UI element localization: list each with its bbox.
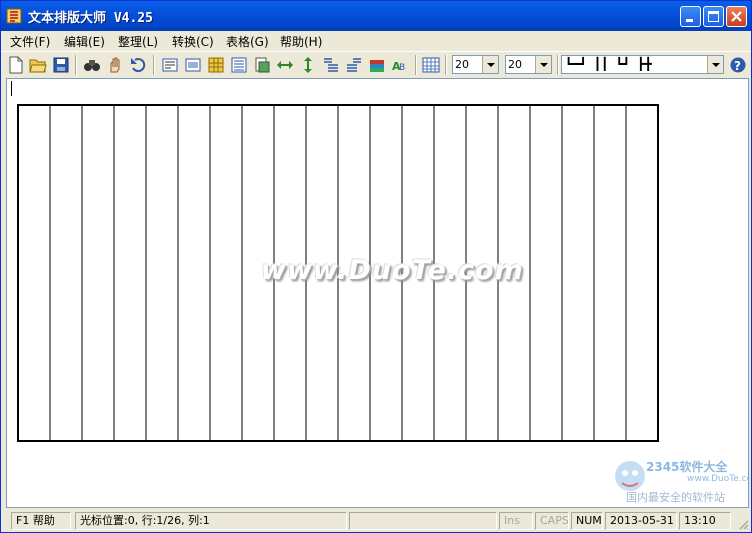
title-bar[interactable]: 文本排版大师 V4.25 [1, 1, 751, 31]
save-icon[interactable] [52, 56, 70, 74]
status-caps: CAPS [535, 512, 569, 530]
close-icon [731, 11, 742, 22]
chevron-down-icon[interactable] [482, 56, 498, 73]
status-num: NUM [571, 512, 603, 530]
outdent-icon[interactable] [345, 56, 363, 74]
align-lines-icon[interactable] [230, 56, 248, 74]
toolbar-separator [445, 55, 447, 75]
svg-text:?: ? [734, 59, 741, 73]
indent-icon[interactable] [322, 56, 340, 74]
font-size-combo-1[interactable]: 20 [452, 55, 499, 74]
new-file-icon[interactable] [7, 56, 25, 74]
minimize-button[interactable] [680, 6, 701, 27]
status-bar: F1 帮助 光标位置:0, 行:1/26, 列:1 Ins CAPS NUM 2… [1, 510, 751, 532]
text-caret [11, 81, 12, 96]
find-icon[interactable] [83, 56, 101, 74]
horizontal-arrows-icon[interactable] [276, 56, 294, 74]
status-ins: Ins [499, 512, 533, 530]
menu-convert[interactable]: 转换(C) [172, 33, 214, 50]
close-button[interactable] [726, 6, 747, 27]
toolbar-separator [415, 55, 417, 75]
border-style-combo[interactable]: ┗━┛ ┃┃ ┗┛ ┣╋ [561, 55, 724, 74]
menu-table[interactable]: 表格(G) [226, 33, 269, 50]
menu-help[interactable]: 帮助(H) [280, 33, 322, 50]
text-box-icon[interactable] [184, 56, 202, 74]
menu-bar: 文件(F) 编辑(E) 整理(L) 转换(C) 表格(G) 帮助(H) [1, 31, 751, 50]
toolbar-separator [557, 55, 559, 75]
svg-text:B: B [399, 63, 405, 73]
corner-logo-url: www.DuoTe.com [687, 474, 748, 484]
maximize-icon [708, 11, 719, 22]
page-icon[interactable] [253, 56, 271, 74]
hand-icon[interactable] [106, 56, 124, 74]
minimize-icon [686, 19, 693, 22]
window-title: 文本排版大师 V4.25 [28, 11, 153, 26]
ab-icon[interactable]: AB [391, 56, 409, 74]
table-icon[interactable] [422, 56, 440, 74]
vertical-arrows-icon[interactable] [299, 56, 317, 74]
font-size-combo-1-value: 20 [455, 58, 469, 71]
toolbar-separator [75, 55, 77, 75]
status-empty-pane [349, 512, 497, 530]
border-style-preview: ┗━┛ ┃┃ ┗┛ ┣╋ [565, 57, 652, 71]
menu-edit[interactable]: 编辑(E) [64, 33, 105, 50]
chevron-down-icon[interactable] [535, 56, 551, 73]
status-help: F1 帮助 [11, 512, 71, 530]
application-window: 文本排版大师 V4.25 文件(F) 编辑(E) 整理(L) 转换(C) 表格(… [0, 0, 752, 533]
corner-logo: 2345软件大全 www.DuoTe.com 国内最安全的软件站 [612, 456, 748, 506]
chevron-down-icon[interactable] [707, 56, 723, 73]
maximize-button[interactable] [703, 6, 724, 27]
font-size-combo-2[interactable]: 20 [505, 55, 552, 74]
status-time: 13:10 [679, 512, 731, 530]
books-icon[interactable] [368, 56, 386, 74]
text-layout-icon[interactable] [161, 56, 179, 74]
app-icon[interactable] [6, 8, 22, 24]
watermark-text: www.DuoTe.com [261, 255, 524, 286]
grid-table-icon[interactable] [207, 56, 225, 74]
toolbar: AB 20 20 ┗━┛ ┃┃ ┗┛ ┣╋ ? [1, 51, 751, 78]
resize-grip-icon[interactable] [737, 518, 749, 530]
corner-logo-sub: 国内最安全的软件站 [626, 491, 725, 504]
help-icon[interactable]: ? [729, 56, 747, 74]
status-date: 2013-05-31 [605, 512, 677, 530]
open-folder-icon[interactable] [29, 56, 47, 74]
menu-file[interactable]: 文件(F) [10, 33, 50, 50]
menu-organize[interactable]: 整理(L) [118, 33, 158, 50]
font-size-combo-2-value: 20 [508, 58, 522, 71]
undo-icon[interactable] [129, 56, 147, 74]
status-cursor-position: 光标位置:0, 行:1/26, 列:1 [75, 512, 347, 530]
corner-logo-brand: 2345软件大全 [646, 460, 728, 474]
text-editor[interactable]: www.DuoTe.com 2345软件大全 www.DuoTe.com 国内最… [6, 78, 749, 508]
toolbar-separator [153, 55, 155, 75]
